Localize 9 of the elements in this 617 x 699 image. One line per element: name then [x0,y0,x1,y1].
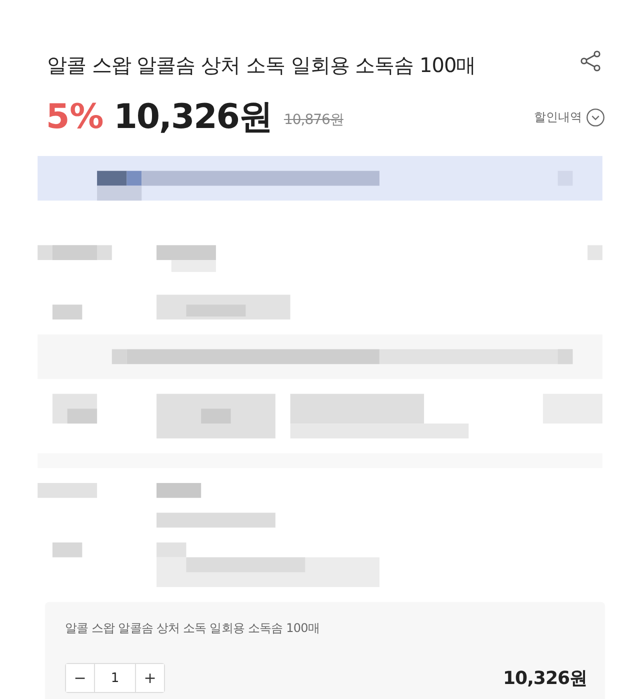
chevron-down-icon [586,108,605,126]
discount-history-button[interactable]: 할인내역 [534,108,605,126]
total-price: 10,326원 [503,667,587,690]
discount-rate: 5% [46,97,104,137]
option-name: 알콜 스왑 알콜솜 상처 소독 일회용 소독솜 100매 [65,620,320,637]
product-title: 알콜 스왑 알콜솜 상처 소독 일회용 소독솜 100매 [47,52,476,79]
sale-price: 10,326원 [114,96,272,139]
share-icon[interactable] [580,50,602,72]
original-price: 10,876원 [284,111,344,129]
